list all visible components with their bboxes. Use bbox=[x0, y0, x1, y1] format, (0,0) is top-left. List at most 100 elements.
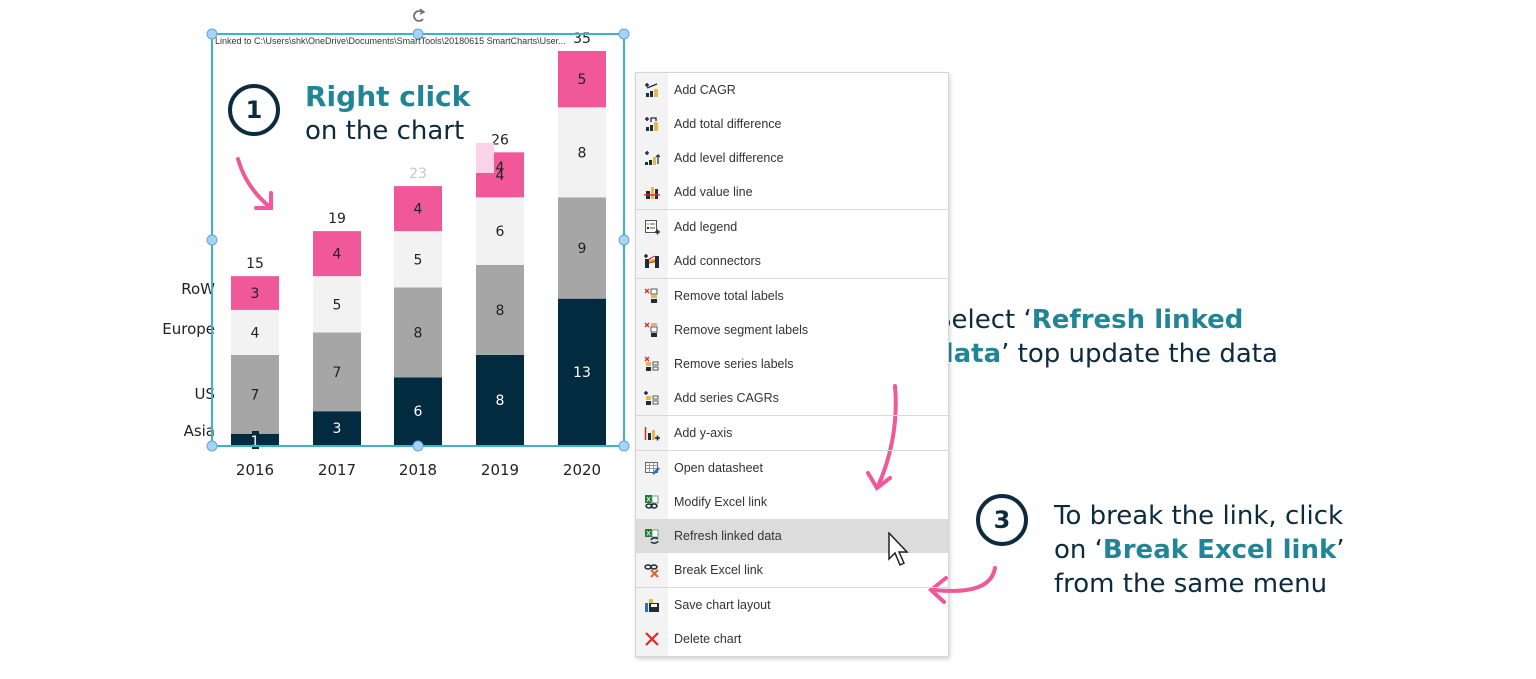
cagr-icon bbox=[636, 82, 668, 98]
selected-segment-highlight bbox=[476, 143, 494, 173]
remove-segment-labels-icon bbox=[636, 322, 668, 338]
menu-item-label: Add value line bbox=[674, 185, 753, 199]
segment-label: 13 bbox=[573, 365, 591, 381]
menu-item-label: Add y-axis bbox=[674, 426, 733, 440]
segment-label: 8 bbox=[414, 325, 423, 341]
menu-item-label: Add CAGR bbox=[674, 83, 736, 97]
rotate-handle-icon[interactable] bbox=[413, 8, 426, 22]
step-3-highlight: Break Excel link bbox=[1102, 535, 1337, 565]
menu-item-add-connectors[interactable]: Add connectors bbox=[636, 244, 948, 278]
menu-item-label: Modify Excel link bbox=[674, 495, 768, 509]
menu-item-label: Save chart layout bbox=[674, 598, 771, 612]
resize-handle[interactable] bbox=[206, 440, 218, 452]
series-cagr-icon bbox=[636, 390, 668, 406]
y-axis-icon bbox=[636, 425, 668, 441]
step-1-highlight: Right click bbox=[305, 80, 471, 113]
menu-item-remove-segment-labels[interactable]: Remove segment labels bbox=[636, 313, 948, 347]
total-difference-icon bbox=[636, 116, 668, 132]
segment-label: 8 bbox=[496, 393, 505, 409]
linked-file-caption: Linked to C:\Users\shk\OneDrive\Document… bbox=[215, 36, 566, 46]
step-1-number: 1 bbox=[228, 84, 280, 136]
connectors-icon bbox=[636, 253, 668, 269]
menu-item-label: Add total difference bbox=[674, 117, 782, 131]
step-3-line-1: To break the link, click bbox=[1054, 501, 1344, 531]
menu-item-add-total-difference[interactable]: Add total difference bbox=[636, 107, 948, 141]
svg-text:X: X bbox=[647, 532, 651, 538]
menu-item-label: Break Excel link bbox=[674, 563, 763, 577]
menu-item-add-level-difference[interactable]: Add level difference bbox=[636, 141, 948, 175]
menu-item-add-series-cagrs[interactable]: Add series CAGRs bbox=[636, 381, 948, 415]
menu-separator bbox=[636, 450, 948, 451]
resize-handle[interactable] bbox=[618, 234, 630, 246]
menu-item-label: Remove total labels bbox=[674, 289, 784, 303]
menu-item-add-cagr[interactable]: Add CAGR bbox=[636, 73, 948, 107]
menu-item-add-y-axis[interactable]: Add y-axis bbox=[636, 416, 948, 450]
legend-icon bbox=[636, 219, 668, 235]
segment-label: 7 bbox=[251, 387, 260, 403]
menu-item-add-legend[interactable]: Add legend bbox=[636, 210, 948, 244]
segment-label: 1 bbox=[251, 434, 260, 450]
svg-text:X: X bbox=[647, 498, 651, 504]
segment-label: 4 bbox=[496, 160, 505, 176]
total-label: 15 bbox=[246, 256, 264, 272]
menu-item-label: Remove series labels bbox=[674, 357, 794, 371]
resize-handle[interactable] bbox=[412, 440, 424, 452]
segment-label: 9 bbox=[578, 241, 587, 257]
step-2-pre: Select ‘ bbox=[935, 305, 1032, 335]
refresh-excel-icon: X bbox=[636, 528, 668, 544]
segment-label: 5 bbox=[414, 252, 423, 268]
x-tick-label: 2020 bbox=[563, 461, 601, 479]
value-line-icon bbox=[636, 184, 668, 200]
menu-item-open-datasheet[interactable]: Open datasheet bbox=[636, 451, 948, 485]
menu-item-label: Add level difference bbox=[674, 151, 784, 165]
menu-separator bbox=[636, 278, 948, 279]
segment-label: 8 bbox=[496, 303, 505, 319]
step-2-post: ’ top update the data bbox=[1001, 339, 1278, 369]
series-label-row: RoW bbox=[181, 280, 215, 298]
menu-item-delete-chart[interactable]: Delete chart bbox=[636, 622, 948, 656]
segment-label: 5 bbox=[578, 72, 587, 88]
segment-label: 5 bbox=[333, 297, 342, 313]
step-3-post: ’ bbox=[1336, 535, 1345, 565]
x-tick-label: 2018 bbox=[399, 461, 437, 479]
break-link-icon bbox=[636, 562, 668, 578]
step-3-callout: 3 To break the link, click on ‘Break Exc… bbox=[976, 494, 1345, 601]
step-3-pre: on ‘ bbox=[1054, 535, 1103, 565]
total-label: 23 bbox=[409, 166, 427, 182]
segment-label: 8 bbox=[578, 145, 587, 161]
x-tick-label: 2019 bbox=[481, 461, 519, 479]
series-label-europe: Europe bbox=[162, 320, 215, 338]
resize-handle[interactable] bbox=[206, 234, 218, 246]
x-tick-label: 2017 bbox=[318, 461, 356, 479]
menu-separator bbox=[636, 209, 948, 210]
segment-label: 3 bbox=[251, 286, 260, 302]
menu-item-save-chart-layout[interactable]: Save chart layout bbox=[636, 588, 948, 622]
delete-icon bbox=[636, 631, 668, 647]
menu-item-label: Add connectors bbox=[674, 254, 761, 268]
menu-item-modify-excel-link[interactable]: X Modify Excel link bbox=[636, 485, 948, 519]
total-label: 19 bbox=[328, 211, 346, 227]
menu-item-add-value-line[interactable]: Add value line bbox=[636, 175, 948, 209]
step-2-highlight-a: Refresh linked bbox=[1031, 305, 1244, 335]
level-difference-icon bbox=[636, 150, 668, 166]
menu-item-label: Add series CAGRs bbox=[674, 391, 779, 405]
save-layout-icon bbox=[636, 597, 668, 613]
menu-separator bbox=[636, 587, 948, 588]
segment-label: 3 bbox=[333, 421, 342, 437]
menu-item-remove-series-labels[interactable]: Remove series labels bbox=[636, 347, 948, 381]
remove-total-labels-icon bbox=[636, 288, 668, 304]
remove-series-labels-icon bbox=[636, 356, 668, 372]
menu-item-label: Open datasheet bbox=[674, 461, 763, 475]
menu-item-remove-total-labels[interactable]: Remove total labels bbox=[636, 279, 948, 313]
segment-label: 4 bbox=[251, 325, 260, 341]
step-1-callout: 1 Right click on the chart bbox=[228, 80, 470, 148]
series-label-asia: Asia bbox=[184, 422, 215, 440]
resize-handle[interactable] bbox=[618, 440, 630, 452]
segment-label: 7 bbox=[333, 365, 342, 381]
menu-item-label: Remove segment labels bbox=[674, 323, 809, 337]
segment-label: 6 bbox=[496, 224, 505, 240]
excel-link-icon: X bbox=[636, 494, 668, 510]
datasheet-icon bbox=[636, 460, 668, 476]
menu-item-label: Delete chart bbox=[674, 632, 742, 646]
menu-item-label: Add legend bbox=[674, 220, 738, 234]
